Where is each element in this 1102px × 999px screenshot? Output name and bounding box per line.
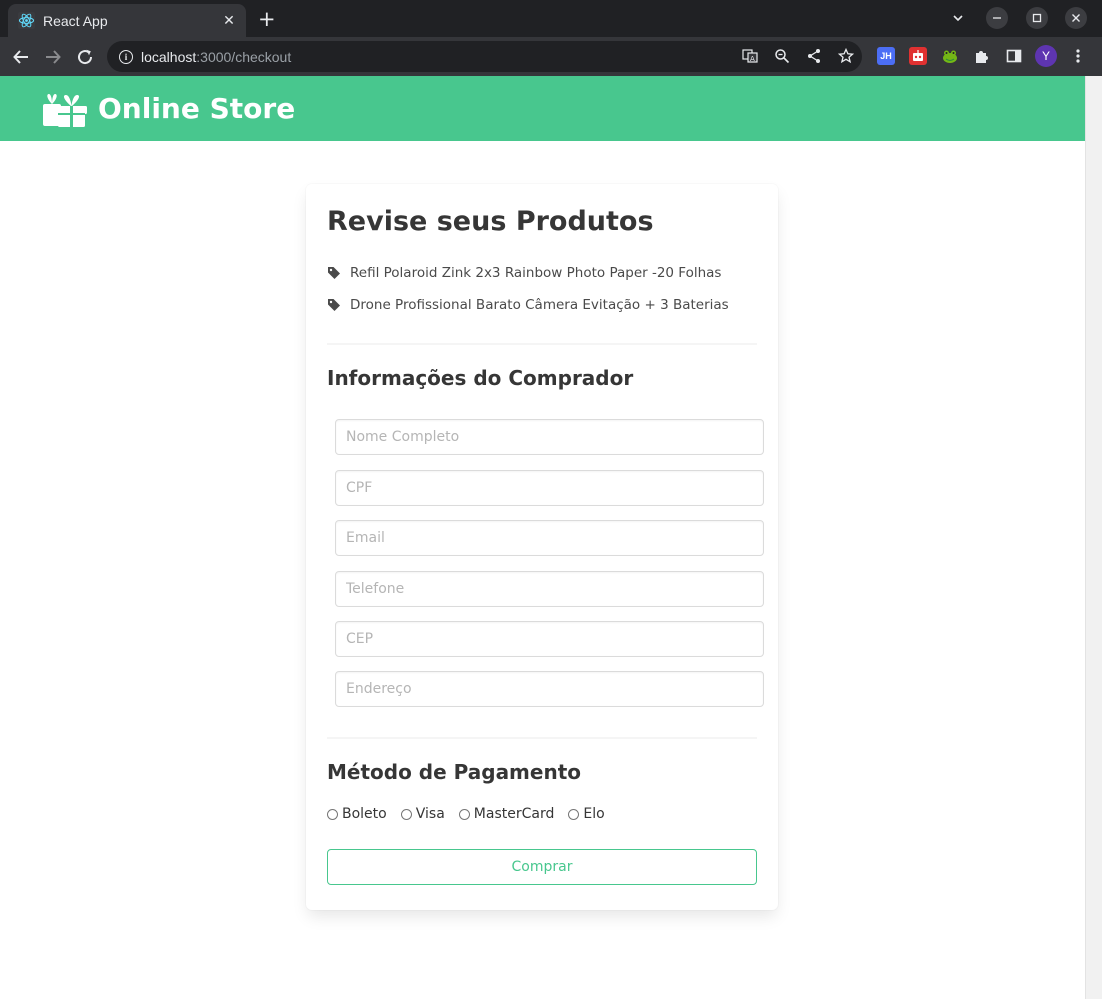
url-path: :3000/checkout [196,48,292,65]
tab-close-icon[interactable]: ✕ [220,13,238,29]
extensions-puzzle-icon[interactable] [973,47,991,65]
side-panel-icon[interactable] [1005,47,1023,65]
tag-icon [327,298,341,312]
jh-extension-icon[interactable]: JH [877,47,895,65]
product-item: Drone Profissional Barato Câmera Evitaçã… [327,289,757,321]
boleto-radio[interactable] [327,808,338,820]
payment-option-mastercard[interactable]: MasterCard [458,806,555,822]
browser-tab[interactable]: React App ✕ [8,4,246,37]
new-tab-button[interactable]: + [258,8,276,30]
brand-title[interactable]: Online Store [98,92,295,125]
close-window-icon[interactable] [1065,7,1087,29]
payment-options: Boleto Visa MasterCard Elo [327,804,757,824]
store-navbar: Online Store [0,76,1085,141]
tab-title: React App [43,12,108,29]
buyer-info-title: Informações do Comprador [327,366,634,390]
svg-text:A: A [750,55,755,63]
gifts-icon[interactable] [42,90,88,128]
product-name: Refil Polaroid Zink 2x3 Rainbow Photo Pa… [350,265,722,281]
visa-radio[interactable] [400,808,412,820]
payment-option-boleto[interactable]: Boleto [327,806,387,822]
browser-toolbar: i localhost:3000/checkout A JH Y [0,37,1102,76]
product-item: Refil Polaroid Zink 2x3 Rainbow Photo Pa… [327,257,757,289]
payment-option-visa[interactable]: Visa [400,806,445,822]
share-icon[interactable] [805,47,823,65]
divider [327,343,757,345]
react-logo-icon [18,12,35,29]
minimize-icon[interactable] [986,7,1008,29]
page-scrollbar[interactable] [1085,76,1102,999]
payment-option-label: Visa [415,806,445,822]
mastercard-radio[interactable] [458,808,470,820]
tag-icon [327,266,341,280]
maximize-icon[interactable] [1026,7,1048,29]
payment-option-label: Boleto [342,806,387,822]
tab-search-chevron-icon[interactable] [947,7,969,29]
phone-input[interactable] [335,571,764,607]
url-host: localhost [141,48,197,65]
checkout-card: Revise seus Produtos Refil Polaroid Zink… [306,184,778,910]
payment-option-label: MasterCard [473,806,555,822]
divider [327,737,757,739]
product-name: Drone Profissional Barato Câmera Evitaçã… [350,297,729,313]
full-name-input[interactable] [335,419,764,455]
zoom-icon[interactable] [773,47,791,65]
forward-arrow-icon[interactable] [41,45,65,69]
cpf-input[interactable] [335,470,764,506]
reload-icon[interactable] [73,45,97,69]
email-input[interactable] [335,520,764,556]
robot-extension-icon[interactable] [909,47,927,65]
frog-extension-icon[interactable] [941,47,959,65]
buyer-form [327,419,764,707]
review-title: Revise seus Produtos [327,206,654,237]
payment-option-elo[interactable]: Elo [568,806,605,822]
translate-icon[interactable]: A [741,47,759,65]
payment-option-label: Elo [583,806,605,822]
buy-button[interactable]: Comprar [327,849,757,885]
page-viewport: Online Store Revise seus Produtos Refil … [0,76,1085,999]
payment-method-title: Método de Pagamento [327,760,582,784]
profile-avatar[interactable]: Y [1035,45,1057,67]
back-arrow-icon[interactable] [9,45,33,69]
address-input[interactable] [335,671,764,707]
site-info-icon[interactable]: i [119,49,133,64]
elo-radio[interactable] [568,808,580,820]
cep-input[interactable] [335,621,764,657]
bookmark-star-icon[interactable] [837,47,855,65]
more-menu-icon[interactable] [1069,47,1087,65]
browser-tab-strip: React App ✕ + [0,0,1102,37]
